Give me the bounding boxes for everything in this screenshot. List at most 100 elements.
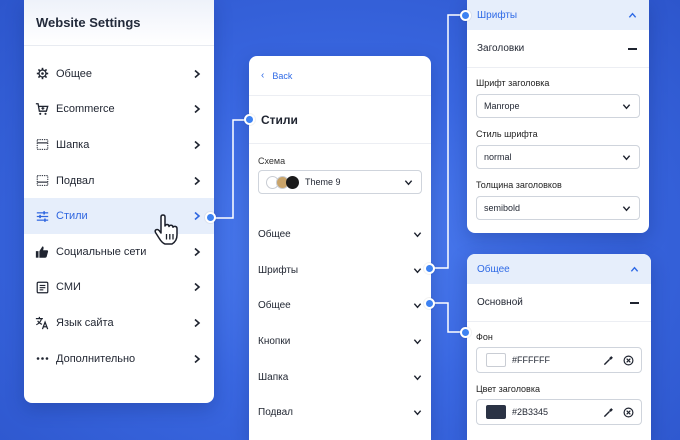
background-color-input[interactable]: #FFFFFF [476,347,642,373]
main-title: Основной [477,297,523,308]
menu-item-footer[interactable]: Подвал [24,163,214,199]
heading-color-input[interactable]: #2B3345 [476,399,642,425]
chevron-right-icon [194,212,201,221]
font-style-select[interactable]: normal [476,145,640,169]
chevron-down-icon [413,374,422,380]
menu-item-label: Ecommerce [56,103,115,116]
chevron-left-icon: ‹ [261,70,265,81]
menu-item-label: Шапка [56,138,90,151]
connector-styles [215,119,252,219]
menu-item-language[interactable]: Язык сайта [24,305,214,341]
connector-dot-general-target [460,327,471,338]
chevron-right-icon [194,354,201,363]
section-footer[interactable]: Подвал [258,402,422,422]
field-label: Шрифт заголовка [476,78,550,88]
select-value: Manrope [484,101,520,111]
section-label: Общее [258,228,291,240]
cart-icon [34,101,50,117]
menu-item-styles[interactable]: Стили [24,198,214,234]
section-header[interactable]: Шапка [258,367,422,387]
connector-dot-general-source [424,298,435,309]
chevron-down-icon [413,302,422,308]
heading-font-select[interactable]: Manrope [476,94,640,118]
connector-dot-fonts-target [460,10,471,21]
chevron-down-icon [404,179,413,185]
general-section-header[interactable]: Общее [467,254,651,284]
chevron-down-icon [622,154,631,160]
section-label: Шрифты [258,264,299,276]
connector-fonts [430,14,467,269]
translate-icon [34,315,50,331]
chevron-down-icon [413,338,422,344]
section-label: Шапка [258,371,289,383]
menu-item-ecommerce[interactable]: Ecommerce [24,92,214,128]
general-title: Общее [477,263,510,275]
menu-item-label: Общее [56,67,93,80]
scheme-value: Theme 9 [305,177,341,187]
chevron-right-icon [194,247,201,256]
field-label: Фон [476,332,493,342]
menu-item-label: Подвал [56,174,95,187]
thumbs-up-icon [34,244,50,260]
chevron-down-icon [413,231,422,237]
color-swatch [486,353,506,367]
fonts-panel: Шрифты Заголовки Шрифт заголовка Manrope… [467,0,649,233]
field-label: Толщина заголовков [476,180,562,190]
more-dots-icon [34,351,50,367]
chevron-right-icon [194,318,201,328]
section-label: Кнопки [258,335,291,347]
settings-menu: Общее Ecommerce Шапка Подвал Стили Социа… [24,46,214,376]
select-value: normal [484,152,512,162]
general-colors-panel: Общее Основной Фон #FFFFFF Цвет заголовк… [467,254,651,440]
chevron-right-icon [194,176,201,185]
chevron-up-icon [630,266,639,272]
section-general[interactable]: Общее [258,224,422,244]
back-button[interactable]: ‹ Back [249,56,431,96]
clear-icon[interactable] [623,355,634,366]
eyedropper-icon[interactable] [603,407,614,418]
section-fonts[interactable]: Шрифты [258,260,422,280]
eyedropper-icon[interactable] [603,355,614,366]
headings-subsection[interactable]: Заголовки [467,30,649,68]
section-general-colors[interactable]: Общее [258,295,422,315]
chevron-down-icon [413,409,422,415]
heading-weight-select[interactable]: semibold [476,196,640,220]
connector-dot-styles [205,212,216,223]
sliders-icon [34,208,50,224]
hand-cursor-icon [154,214,178,245]
menu-item-label: Язык сайта [56,316,114,329]
menu-item-label: Социальные сети [56,245,147,258]
menu-item-more[interactable]: Дополнительно [24,341,214,377]
styles-title: Стили [249,96,431,144]
menu-item-media[interactable]: СМИ [24,270,214,306]
field-label: Стиль шрифта [476,129,538,139]
media-icon [34,279,50,295]
menu-item-header[interactable]: Шапка [24,127,214,163]
styles-panel: ‹ Back Стили Схема Theme 9 Общее Шрифты … [249,56,431,440]
header-layout-icon [34,137,50,153]
gear-icon [34,66,50,82]
connector-dot-title [244,114,255,125]
chevron-right-icon [194,105,201,114]
collapse-minus-icon [630,301,639,304]
chevron-down-icon [413,267,422,273]
chevron-up-icon [628,12,637,18]
section-buttons[interactable]: Кнопки [258,331,422,351]
field-label: Цвет заголовка [476,384,540,394]
fonts-section-header[interactable]: Шрифты [467,0,649,30]
section-label: Общее [258,299,291,311]
headings-title: Заголовки [477,43,525,54]
main-subsection[interactable]: Основной [467,284,651,322]
back-label: Back [272,70,293,81]
menu-item-social[interactable]: Социальные сети [24,234,214,270]
chevron-right-icon [194,283,201,292]
section-label: Подвал [258,406,293,418]
menu-item-general[interactable]: Общее [24,56,214,92]
chevron-down-icon [622,103,631,109]
menu-item-label: Дополнительно [56,352,136,365]
scheme-select[interactable]: Theme 9 [258,170,422,194]
settings-title: Website Settings [24,0,214,46]
clear-icon[interactable] [623,407,634,418]
footer-layout-icon [34,173,50,189]
website-settings-panel: Website Settings Общее Ecommerce Шапка П… [24,0,214,403]
